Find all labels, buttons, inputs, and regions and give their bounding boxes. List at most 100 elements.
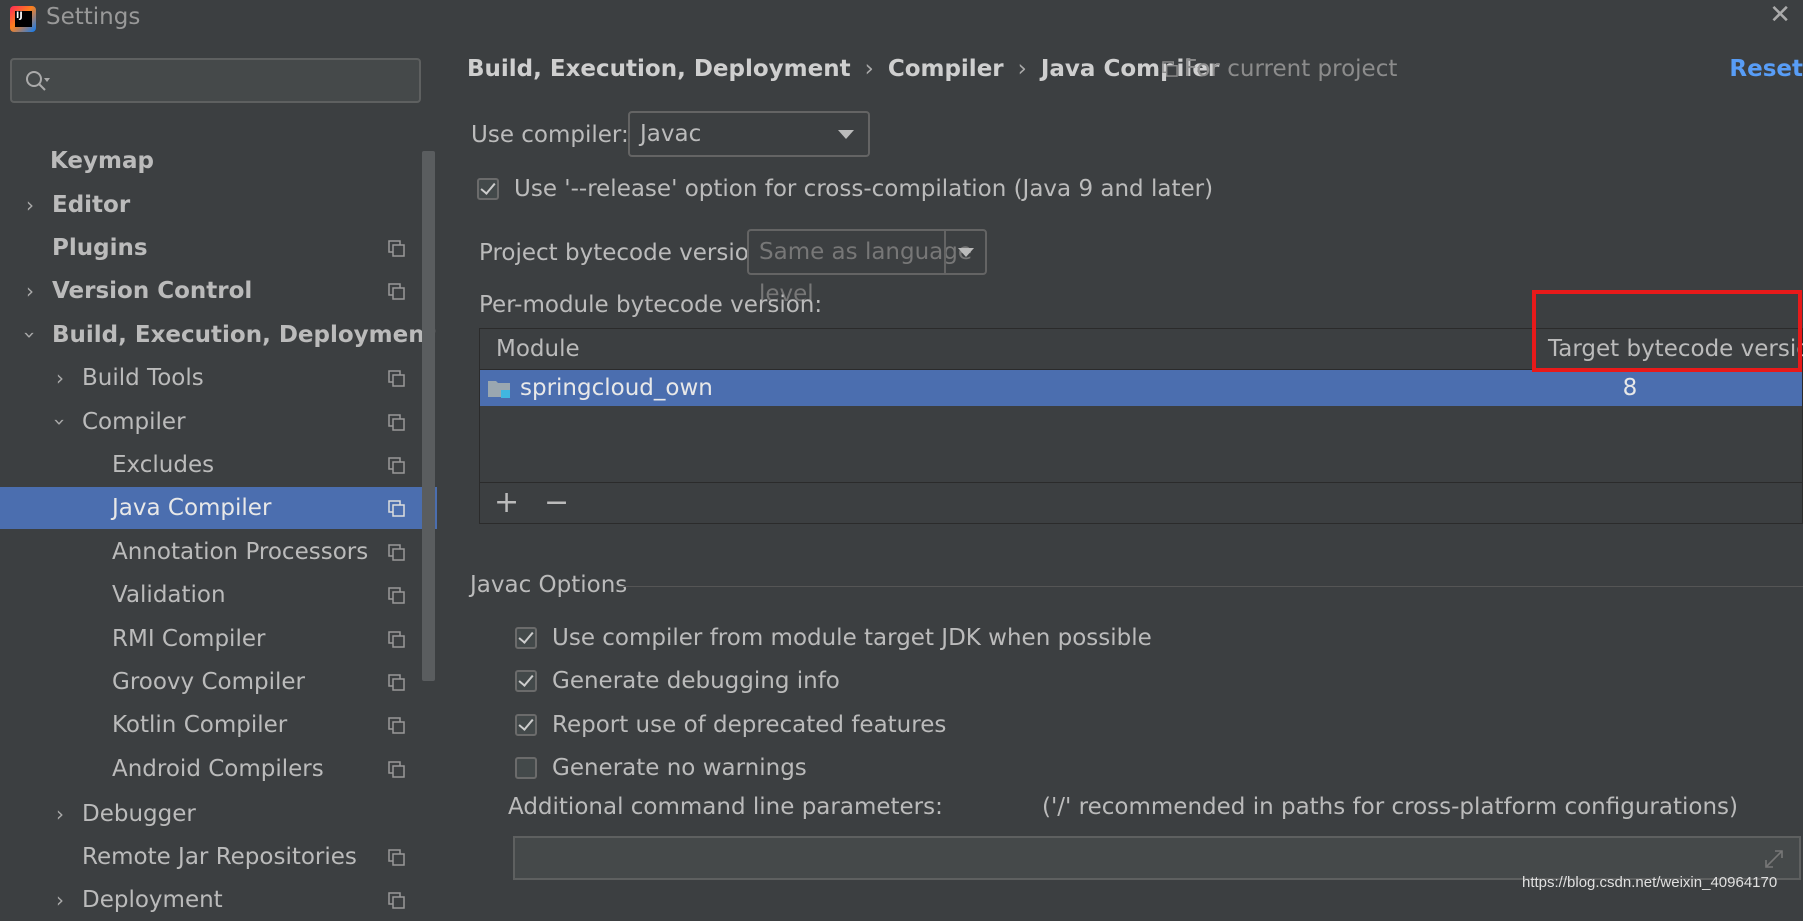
sidebar-item-label: Groovy Compiler [112, 669, 305, 695]
sidebar-item-build-tools[interactable]: › Build Tools [0, 357, 437, 399]
sidebar-item-keymap[interactable]: Keymap [0, 140, 437, 182]
section-divider [619, 586, 1803, 587]
params-label: Additional command line parameters: [508, 794, 943, 820]
sidebar-item-label: Debugger [82, 801, 196, 827]
use-compiler-dropdown[interactable]: Javac [628, 111, 870, 157]
table-row[interactable]: springcloud_own 8 [480, 370, 1802, 406]
sidebar-item-android-compilers[interactable]: Android Compilers [0, 748, 437, 790]
debug-info-label: Generate debugging info [552, 668, 840, 694]
sidebar-item-validation[interactable]: Validation [0, 574, 437, 616]
release-option-label: Use '--release' option for cross-compila… [514, 176, 1214, 202]
use-module-jdk-label: Use compiler from module target JDK when… [552, 625, 1152, 651]
module-folder-icon [488, 381, 510, 398]
project-bytecode-dropdown[interactable]: Same as language level [747, 229, 987, 307]
sidebar-item-label: RMI Compiler [112, 626, 266, 652]
sidebar-item-build-execution-deployment[interactable]: › Build, Execution, Deployment [0, 314, 437, 356]
chevron-right-icon[interactable]: › [50, 793, 70, 835]
sidebar-item-label: Build Tools [82, 365, 204, 391]
chevron-right-icon[interactable]: › [50, 879, 70, 921]
sidebar-item-compiler[interactable]: › Compiler [0, 401, 437, 443]
sidebar-item-debugger[interactable]: › Debugger [0, 793, 437, 835]
breadcrumb-separator: › [1017, 56, 1027, 82]
search-icon [26, 71, 50, 91]
project-scope-icon [388, 674, 405, 691]
chevron-right-icon[interactable]: › [20, 184, 40, 226]
sidebar-item-plugins[interactable]: Plugins [0, 227, 437, 269]
watermark: https://blog.csdn.net/weixin_40964170 [1522, 874, 1778, 891]
breadcrumb-separator: › [864, 56, 874, 82]
use-module-jdk-checkbox[interactable] [515, 627, 537, 649]
sidebar-item-label: Excludes [112, 452, 215, 478]
scope-indicator: For current project [1162, 56, 1397, 82]
project-scope-icon [388, 283, 405, 300]
debug-info-checkbox[interactable] [515, 670, 537, 692]
add-module-button[interactable]: + [494, 485, 519, 521]
sidebar-item-kotlin-compiler[interactable]: Kotlin Compiler [0, 704, 437, 746]
sidebar-item-rmi-compiler[interactable]: RMI Compiler [0, 618, 437, 660]
sidebar-item-remote-jar-repositories[interactable]: Remote Jar Repositories [0, 836, 437, 878]
chevron-down-icon [958, 248, 974, 257]
search-input[interactable] [10, 58, 421, 103]
breadcrumb: Build, Execution, Deployment › Compiler › Ja… [467, 56, 1219, 82]
sidebar-item-label: Keymap [50, 148, 154, 174]
release-option-checkbox[interactable] [477, 178, 499, 200]
sidebar-item-label: Remote Jar Repositories [82, 844, 357, 870]
deprecated-features-label: Report use of deprecated features [552, 712, 947, 738]
project-scope-icon [388, 544, 405, 561]
sidebar-item-version-control[interactable]: › Version Control [0, 270, 437, 312]
chevron-down-icon [838, 130, 854, 139]
deprecated-features-checkbox[interactable] [515, 714, 537, 736]
sidebar-item-groovy-compiler[interactable]: Groovy Compiler [0, 661, 437, 703]
sidebar-item-label: Editor [52, 192, 131, 218]
column-header-module[interactable]: Module [496, 329, 580, 369]
breadcrumb-item[interactable]: Compiler [888, 56, 1004, 82]
per-module-label: Per-module bytecode version: [479, 292, 823, 318]
sidebar-item-editor[interactable]: › Editor [0, 184, 437, 226]
sidebar-item-label: Plugins [52, 235, 148, 261]
sidebar-item-label: Java Compiler [112, 495, 272, 521]
intellij-logo-icon: IJ [10, 6, 36, 32]
project-scope-icon [388, 892, 405, 909]
chevron-down-icon[interactable]: › [39, 412, 81, 432]
project-scope-icon [388, 587, 405, 604]
project-scope-icon [388, 457, 405, 474]
breadcrumb-item[interactable]: Build, Execution, Deployment [467, 56, 851, 82]
sidebar-item-deployment[interactable]: › Deployment [0, 879, 437, 921]
chevron-right-icon[interactable]: › [20, 270, 40, 312]
project-scope-icon [388, 414, 405, 431]
dropdown-divider [944, 231, 946, 273]
settings-sidebar: Keymap › Editor Plugins › Version Contro… [0, 36, 437, 913]
project-scope-icon [388, 761, 405, 778]
no-warnings-checkbox[interactable] [515, 757, 537, 779]
reset-link[interactable]: Reset [1729, 56, 1803, 82]
sidebar-item-annotation-processors[interactable]: Annotation Processors [0, 531, 437, 573]
project-scope-icon [388, 370, 405, 387]
sidebar-item-excludes[interactable]: Excludes [0, 444, 437, 486]
title-bar: IJ Settings ✕ [0, 0, 1803, 36]
expand-icon[interactable] [1763, 848, 1785, 870]
sidebar-item-label: Compiler [82, 409, 186, 435]
sidebar-item-label: Annotation Processors [112, 539, 369, 565]
sidebar-item-java-compiler[interactable]: Java Compiler [0, 487, 437, 529]
target-bytecode-value[interactable]: 8 [1540, 370, 1720, 406]
params-hint: ('/' recommended in paths for cross-plat… [1042, 794, 1738, 820]
no-warnings-label: Generate no warnings [552, 755, 807, 781]
sidebar-item-label: Build, Execution, Deployment [52, 322, 436, 348]
chevron-right-icon[interactable]: › [50, 357, 70, 399]
remove-module-button[interactable]: − [544, 485, 569, 521]
project-scope-icon [388, 240, 405, 257]
highlight-box [1532, 290, 1802, 372]
sidebar-scrollbar[interactable] [422, 151, 435, 681]
close-icon[interactable]: ✕ [1769, 0, 1791, 30]
sidebar-item-label: Deployment [82, 887, 223, 913]
scope-label: For current project [1184, 56, 1398, 82]
javac-options-title: Javac Options [470, 572, 628, 598]
settings-content: Build, Execution, Deployment › Compiler › Ja… [437, 36, 1803, 903]
use-compiler-label: Use compiler: [471, 122, 629, 148]
chevron-down-icon[interactable]: › [9, 325, 51, 345]
project-scope-icon [388, 631, 405, 648]
table-toolbar: + − [480, 482, 1802, 523]
window-title: Settings [46, 4, 141, 30]
sidebar-item-label: Android Compilers [112, 756, 324, 782]
project-scope-icon [388, 717, 405, 734]
